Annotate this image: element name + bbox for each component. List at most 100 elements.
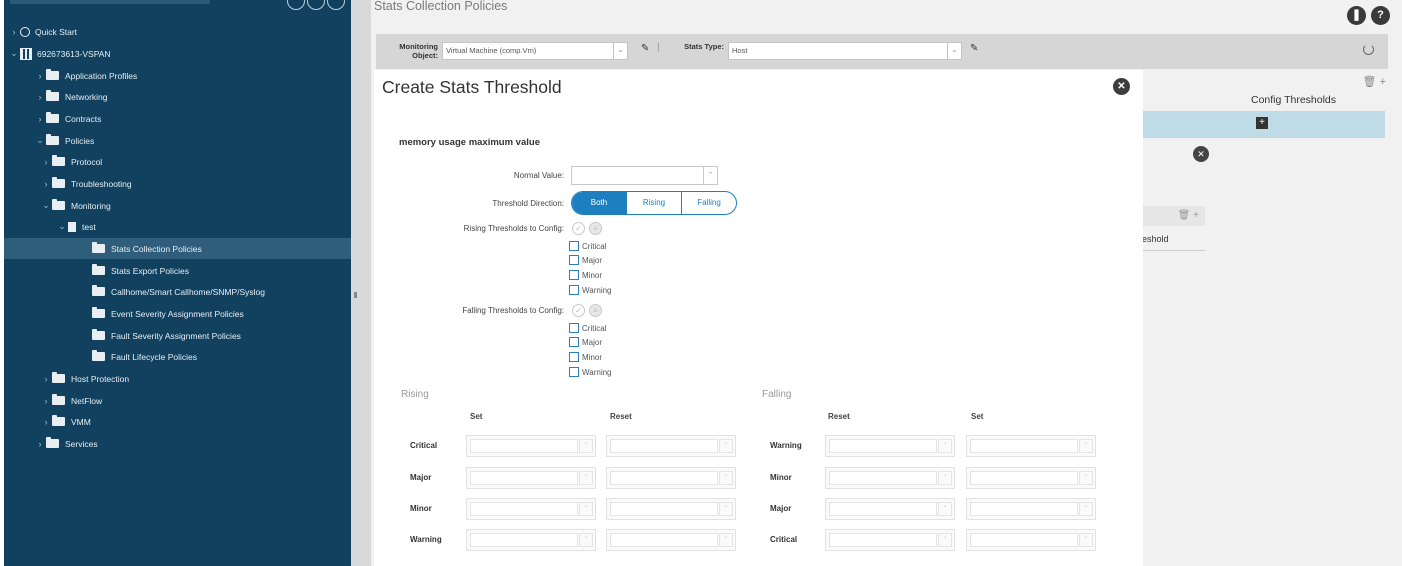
direction-rising-button[interactable]: Rising	[626, 192, 681, 214]
checkbox[interactable]	[569, 337, 579, 347]
spinner-icon[interactable]: ⌃	[579, 439, 593, 453]
spinner-icon[interactable]: ⌃	[579, 533, 593, 547]
chevron-icon[interactable]: ⌄	[42, 200, 50, 211]
threshold-value-input[interactable]: ⌃	[606, 435, 736, 457]
checkbox[interactable]	[569, 285, 579, 295]
chevron-icon[interactable]: ›	[42, 157, 50, 167]
help-icon[interactable]: ?	[1371, 6, 1390, 25]
chevron-icon[interactable]: ⌄	[36, 135, 44, 146]
monitoring-object-select[interactable]: Virtual Machine (comp.Vm) ⌄	[442, 42, 628, 60]
rising-warning-checkbox[interactable]: Warning	[569, 283, 612, 297]
bg-toolbar-icons[interactable]: 🗑 +	[1363, 75, 1386, 88]
sidebar-item[interactable]: ⌄ 692673613-VSPAN	[4, 43, 351, 64]
edit-pencil-icon[interactable]: ✎	[970, 43, 978, 54]
spinner-icon[interactable]: ⌃	[579, 471, 593, 485]
rising-critical-checkbox[interactable]: Critical	[569, 239, 606, 253]
direction-falling-button[interactable]: Falling	[681, 192, 736, 214]
close-icon[interactable]: ✕	[1193, 146, 1209, 162]
sidebar-item[interactable]: › Quick Start	[4, 21, 351, 42]
close-icon[interactable]: ✕	[1113, 78, 1130, 95]
text-field[interactable]	[970, 439, 1078, 453]
sidebar-item[interactable]: Fault Severity Assignment Policies	[4, 325, 351, 346]
direction-both-button[interactable]: Both	[572, 192, 626, 214]
text-field[interactable]	[470, 502, 578, 516]
spinner-icon[interactable]: ⌃	[1079, 439, 1093, 453]
chevron-icon[interactable]: ›	[36, 439, 44, 449]
text-field[interactable]	[829, 502, 937, 516]
select-all-icon[interactable]: ✓	[572, 222, 585, 235]
spinner-icon[interactable]: ⌃	[719, 471, 733, 485]
chevron-icon[interactable]: ›	[42, 396, 50, 406]
splitter-grip[interactable]	[354, 292, 357, 298]
sidebar-action-icon[interactable]	[327, 0, 345, 10]
spinner-icon[interactable]: ⌃	[719, 439, 733, 453]
text-field[interactable]	[829, 533, 937, 547]
add-threshold-icon[interactable]: +	[1256, 117, 1268, 129]
checkbox[interactable]	[569, 241, 579, 251]
threshold-value-input[interactable]: ⌃	[825, 498, 955, 520]
threshold-value-input[interactable]: ⌃	[466, 435, 596, 457]
chevron-icon[interactable]: ›	[10, 27, 18, 37]
checkbox[interactable]	[569, 255, 579, 265]
threshold-value-input[interactable]: ⌃	[466, 498, 596, 520]
text-field[interactable]	[829, 471, 937, 485]
spinner-icon[interactable]: ⌃	[719, 533, 733, 547]
normal-value-input[interactable]: ⌃	[571, 166, 718, 185]
threshold-direction-toggle[interactable]: Both Rising Falling	[571, 191, 737, 215]
spinner-icon[interactable]: ⌃	[719, 502, 733, 516]
sidebar-item[interactable]: › Networking	[4, 86, 351, 107]
sidebar-item[interactable]: ⌄ Policies	[4, 130, 351, 151]
rising-major-checkbox[interactable]: Major	[569, 253, 602, 267]
falling-major-checkbox[interactable]: Major	[569, 335, 602, 349]
chevron-icon[interactable]: ›	[42, 374, 50, 384]
spinner-icon[interactable]: ⌃	[703, 167, 717, 184]
spinner-icon[interactable]: ⌃	[938, 471, 952, 485]
text-field[interactable]	[610, 471, 718, 485]
text-field[interactable]	[970, 533, 1078, 547]
checkbox[interactable]	[569, 323, 579, 333]
threshold-value-input[interactable]: ⌃	[966, 529, 1096, 551]
spinner-icon[interactable]: ⌃	[938, 533, 952, 547]
spinner-icon[interactable]: ⌃	[579, 502, 593, 516]
sidebar-item[interactable]: › Host Protection	[4, 368, 351, 389]
chevron-icon[interactable]: ›	[36, 92, 44, 102]
checkbox[interactable]	[569, 352, 579, 362]
text-field[interactable]	[610, 439, 718, 453]
text-field[interactable]	[470, 533, 578, 547]
spinner-icon[interactable]: ⌃	[1079, 502, 1093, 516]
spinner-icon[interactable]: ⌃	[938, 439, 952, 453]
chevron-icon[interactable]: ⌄	[58, 221, 66, 232]
threshold-value-input[interactable]: ⌃	[966, 498, 1096, 520]
sidebar-item[interactable]: › Contracts	[4, 108, 351, 129]
sidebar-item[interactable]: › Application Profiles	[4, 65, 351, 86]
pane-splitter[interactable]	[351, 0, 371, 566]
sidebar-item[interactable]: › Troubleshooting	[4, 173, 351, 194]
chevron-icon[interactable]: ⌄	[10, 48, 18, 59]
spinner-icon[interactable]: ⌃	[938, 502, 952, 516]
sidebar-item[interactable]: ⌄ Monitoring	[4, 195, 351, 216]
falling-critical-checkbox[interactable]: Critical	[569, 321, 606, 335]
sidebar-action-icon[interactable]	[307, 0, 325, 10]
sidebar-item[interactable]: › VMM	[4, 411, 351, 432]
text-field[interactable]	[610, 502, 718, 516]
threshold-value-input[interactable]: ⌃	[606, 529, 736, 551]
threshold-value-input[interactable]: ⌃	[825, 467, 955, 489]
text-field[interactable]	[610, 533, 718, 547]
checkbox[interactable]	[569, 367, 579, 377]
spinner-icon[interactable]: ⌃	[1079, 533, 1093, 547]
threshold-value-input[interactable]: ⌃	[466, 529, 596, 551]
edit-pencil-icon[interactable]: ✎	[641, 43, 649, 54]
checkbox[interactable]	[569, 270, 579, 280]
panel-toolbar[interactable]: 🗑 +	[1140, 206, 1205, 226]
text-field[interactable]	[829, 439, 937, 453]
select-all-icon[interactable]: ✓	[572, 304, 585, 317]
sidebar-item[interactable]: Event Severity Assignment Policies	[4, 303, 351, 324]
threshold-value-input[interactable]: ⌃	[606, 467, 736, 489]
sidebar-item[interactable]: Stats Collection Policies	[4, 238, 351, 259]
stats-type-select[interactable]: Host ⌄	[728, 42, 962, 60]
chevron-icon[interactable]: ›	[36, 114, 44, 124]
rising-minor-checkbox[interactable]: Minor	[569, 268, 602, 282]
text-field[interactable]	[470, 439, 578, 453]
sidebar-item[interactable]: ⌄ test	[4, 216, 351, 237]
sidebar-item[interactable]: › NetFlow	[4, 390, 351, 411]
